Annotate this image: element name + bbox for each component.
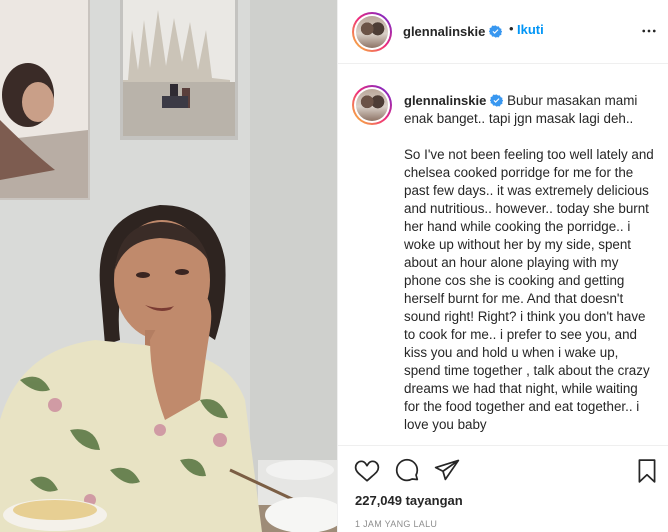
- verified-badge-icon: [489, 25, 503, 38]
- caption-section: glennalinskie Bubur masakan mami enak ba…: [338, 65, 668, 445]
- caption-body-text: So I've not been feeling too well lately…: [404, 147, 654, 432]
- post-caption: glennalinskie Bubur masakan mami enak ba…: [404, 92, 654, 434]
- caption-author-avatar[interactable]: [352, 85, 392, 125]
- author-username[interactable]: glennalinskie: [403, 24, 503, 39]
- views-count[interactable]: 227,049 tayangan: [355, 493, 463, 508]
- heart-icon[interactable]: [354, 458, 380, 484]
- verified-badge-icon: [490, 94, 504, 107]
- follow-button[interactable]: Ikuti: [517, 22, 544, 37]
- post-side-panel: glennalinskie • Ikuti glennalinskie Bubu…: [337, 0, 668, 532]
- more-options-icon[interactable]: [640, 22, 658, 40]
- caption-username[interactable]: glennalinskie: [404, 93, 504, 108]
- post-header: glennalinskie • Ikuti: [338, 0, 668, 64]
- post-timestamp[interactable]: 1 JAM YANG LALU: [355, 519, 437, 529]
- post-photo-image: [0, 0, 337, 532]
- share-icon[interactable]: [434, 458, 460, 484]
- post-photo[interactable]: [0, 0, 337, 532]
- author-avatar[interactable]: [352, 12, 392, 52]
- header-separator-dot: •: [509, 21, 514, 36]
- comment-icon[interactable]: [394, 458, 420, 484]
- bookmark-icon[interactable]: [634, 458, 660, 484]
- post-actions-bar: 227,049 tayangan 1 JAM YANG LALU: [338, 445, 668, 532]
